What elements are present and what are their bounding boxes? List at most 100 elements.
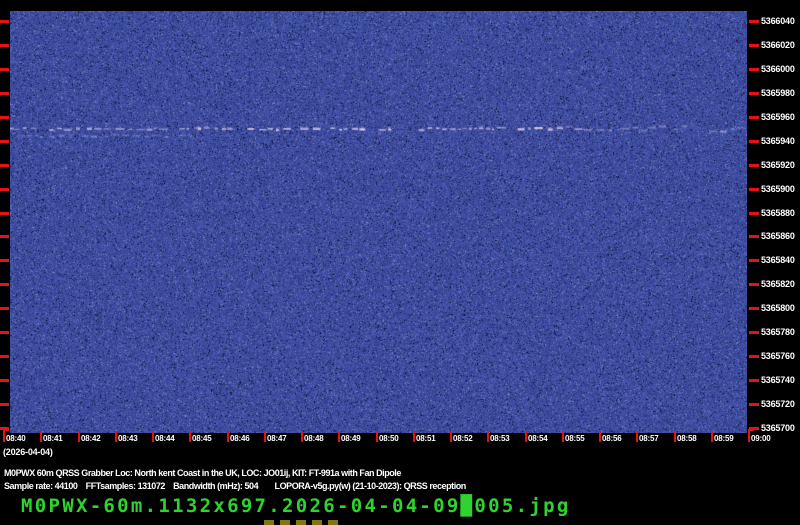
- freq-tick-right: [749, 331, 759, 334]
- time-label: 09:00: [751, 434, 771, 443]
- freq-label: 5365960: [761, 112, 795, 122]
- freq-tick-left: [0, 355, 9, 358]
- time-label: 08:43: [118, 434, 138, 443]
- time-label: 08:53: [490, 434, 510, 443]
- footer-marker: [328, 520, 338, 525]
- time-label: 08:56: [602, 434, 622, 443]
- time-label: 08:45: [192, 434, 212, 443]
- freq-tick-left: [0, 403, 9, 406]
- freq-tick-left: [0, 68, 9, 71]
- time-tick: [487, 431, 489, 442]
- time-tick: [338, 431, 340, 442]
- freq-label: 5366040: [761, 16, 795, 26]
- footer-marker: [280, 520, 290, 525]
- footer-marker: [296, 520, 306, 525]
- freq-label: 5365760: [761, 351, 795, 361]
- time-tick: [189, 431, 191, 442]
- time-tick: [3, 431, 5, 442]
- time-label: 08:54: [528, 434, 548, 443]
- time-label: 08:57: [639, 434, 659, 443]
- freq-label: 5366000: [761, 64, 795, 74]
- image-filename-text: M0PWX-60m.1132x697.2026-04-04-09█005.jpg: [21, 495, 571, 517]
- freq-tick-left: [0, 212, 9, 215]
- freq-tick-right: [749, 259, 759, 262]
- freq-tick-right: [749, 212, 759, 215]
- time-label: 08:40: [6, 434, 26, 443]
- freq-tick-left: [0, 331, 9, 334]
- time-tick: [78, 431, 80, 442]
- date-label: (2026-04-04): [3, 447, 53, 457]
- freq-tick-right: [749, 379, 759, 382]
- time-tick: [711, 431, 713, 442]
- time-tick: [264, 431, 266, 442]
- time-tick: [376, 431, 378, 442]
- time-tick: [674, 431, 676, 442]
- footer-marker: [312, 520, 322, 525]
- freq-label: 5365780: [761, 327, 795, 337]
- freq-tick-right: [749, 283, 759, 286]
- freq-label: 5365980: [761, 88, 795, 98]
- freq-tick-left: [0, 379, 9, 382]
- time-tick: [413, 431, 415, 442]
- time-label: 08:46: [230, 434, 250, 443]
- freq-tick-left: [0, 307, 9, 310]
- freq-label: 5365720: [761, 399, 795, 409]
- freq-tick-right: [749, 235, 759, 238]
- freq-label: 5365800: [761, 303, 795, 313]
- freq-tick-left: [0, 140, 9, 143]
- freq-label: 5365940: [761, 136, 795, 146]
- time-tick: [227, 431, 229, 442]
- freq-tick-right: [749, 355, 759, 358]
- freq-tick-left: [0, 259, 9, 262]
- freq-label: 5365920: [761, 160, 795, 170]
- time-label: 08:49: [341, 434, 361, 443]
- time-tick: [599, 431, 601, 442]
- station-info-line: M0PWX 60m QRSS Grabber Loc: North kent C…: [4, 468, 401, 478]
- time-tick: [562, 431, 564, 442]
- qrss-grabber-screenshot: 5366040 5366020 5366000 5365980 5365960 53659…: [0, 0, 800, 525]
- freq-label: 5365840: [761, 255, 795, 265]
- freq-label: 5365740: [761, 375, 795, 385]
- freq-tick-left: [0, 92, 9, 95]
- freq-label: 5365880: [761, 208, 795, 218]
- freq-tick-right: [749, 140, 759, 143]
- freq-tick-right: [749, 20, 759, 23]
- time-label: 08:50: [379, 434, 399, 443]
- freq-tick-right: [749, 92, 759, 95]
- time-label: 08:52: [453, 434, 473, 443]
- freq-tick-left: [0, 235, 9, 238]
- freq-tick-right: [749, 68, 759, 71]
- freq-label: 5366020: [761, 40, 795, 50]
- time-tick-nub: [3, 429, 9, 431]
- time-tick: [152, 431, 154, 442]
- freq-tick-right: [749, 188, 759, 191]
- freq-tick-left: [0, 164, 9, 167]
- spectrogram-canvas: [10, 11, 747, 433]
- time-tick-nub: [748, 429, 754, 431]
- freq-tick-right: [749, 116, 759, 119]
- freq-tick-right: [749, 164, 759, 167]
- settings-info-line: Sample rate: 44100 FFTsamples: 131072 Ba…: [4, 481, 466, 491]
- freq-label: 5365860: [761, 231, 795, 241]
- freq-tick-right: [749, 44, 759, 47]
- freq-tick-right: [749, 403, 759, 406]
- time-tick: [450, 431, 452, 442]
- time-label: 08:41: [43, 434, 63, 443]
- time-label: 08:58: [677, 434, 697, 443]
- freq-tick-left: [0, 20, 9, 23]
- time-label: 08:51: [416, 434, 436, 443]
- freq-label: 5365700: [761, 423, 795, 433]
- time-tick: [40, 431, 42, 442]
- time-label: 08:42: [81, 434, 101, 443]
- time-label: 08:44: [155, 434, 175, 443]
- time-label: 08:48: [304, 434, 324, 443]
- freq-tick-right: [749, 307, 759, 310]
- time-tick: [748, 431, 750, 442]
- time-label: 08:55: [565, 434, 585, 443]
- time-tick: [636, 431, 638, 442]
- time-label: 08:59: [714, 434, 734, 443]
- freq-tick-left: [0, 116, 9, 119]
- time-tick: [525, 431, 527, 442]
- footer-marker: [264, 520, 274, 525]
- freq-label: 5365820: [761, 279, 795, 289]
